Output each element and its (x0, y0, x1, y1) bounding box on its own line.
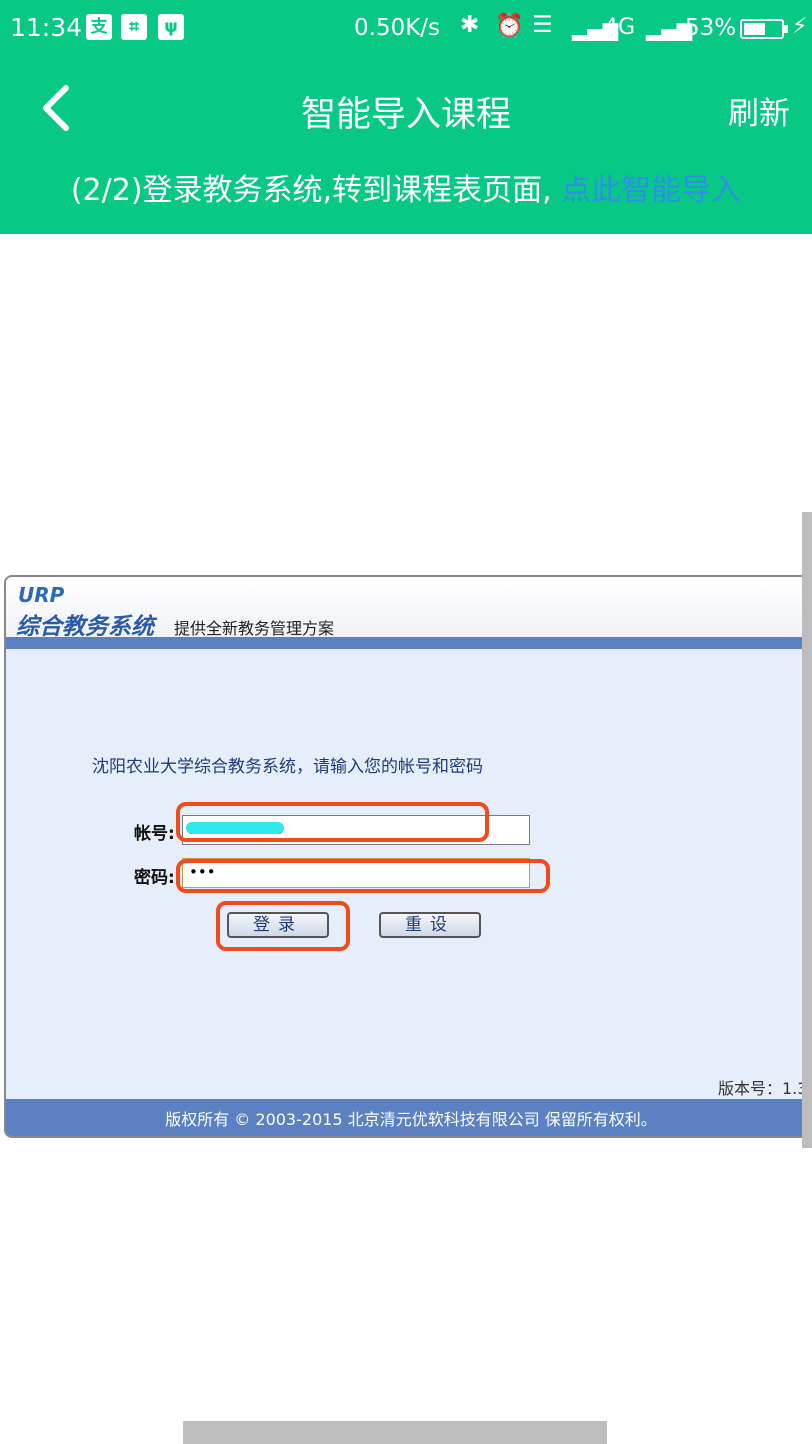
page-title: 智能导入课程 (300, 95, 511, 135)
battery-percent: 53% (685, 15, 737, 41)
refresh-button[interactable]: 刷新 (728, 88, 790, 133)
urp-tagline: 提供全新教务管理方案 (174, 619, 335, 638)
password-label: 密码: (134, 868, 175, 888)
highlight-account (176, 802, 489, 842)
version-label: 版本号：1.3 (718, 1079, 808, 1098)
alipay-icon: 支 (86, 14, 112, 40)
highlight-password (176, 859, 550, 893)
urp-login-frame: URP 综合教务系统 提供全新教务管理方案 沈阳农业大学综合教务系统，请输入您的… (4, 575, 812, 1138)
urp-header-bar (6, 637, 812, 649)
urp-header: URP 综合教务系统 提供全新教务管理方案 (6, 577, 812, 640)
battery-tip (784, 25, 788, 33)
scan-icon: ⌗ (121, 14, 147, 40)
usb-icon: ψ (158, 14, 184, 40)
charging-icon: ⚡ (792, 14, 808, 39)
status-bar: 11:34 支 ⌗ ψ 0.50K/s ✱ ⏰ ☰ ▂▄▆ 4G ▂▄▆ 53%… (0, 0, 812, 58)
battery-icon (740, 19, 784, 39)
login-prompt: 沈阳农业大学综合教务系统，请输入您的帐号和密码 (92, 757, 483, 777)
smart-import-link[interactable]: 点此智能导入 (561, 173, 741, 208)
horizontal-scrollbar[interactable] (183, 1421, 607, 1444)
urp-logo-subtitle: 综合教务系统 (16, 614, 154, 640)
reset-button[interactable]: 重设 (379, 912, 481, 938)
hint-text: (2/2)登录教务系统,转到课程表页面, (70, 173, 562, 208)
hint-bar: (2/2)登录教务系统,转到课程表页面, 点此智能导入 (0, 165, 812, 209)
account-label: 帐号: (134, 824, 175, 844)
wifi-icon: ☰ (532, 12, 553, 38)
bluetooth-icon: ✱ (460, 12, 480, 38)
net-speed: 0.50K/s (354, 15, 441, 41)
vertical-scrollbar[interactable] (802, 512, 812, 1148)
copyright-footer: 版权所有 © 2003-2015 北京清元优软科技有限公司 保留所有权利。 (6, 1099, 812, 1136)
alarm-icon: ⏰ (495, 13, 524, 39)
network-type: 4G (604, 15, 636, 40)
highlight-login (216, 901, 350, 951)
status-time: 11:34 (10, 13, 83, 42)
app-header: 11:34 支 ⌗ ψ 0.50K/s ✱ ⏰ ☰ ▂▄▆ 4G ▂▄▆ 53%… (0, 0, 812, 234)
urp-logo: URP (18, 583, 65, 607)
